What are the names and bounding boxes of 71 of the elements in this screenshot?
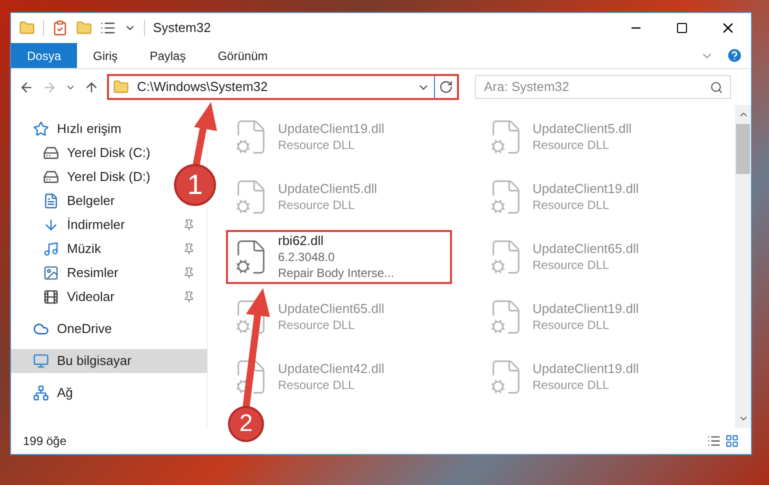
drive-icon: [43, 145, 59, 161]
nav-item[interactable]: Ağ: [11, 381, 93, 405]
cloud-icon: [33, 321, 49, 337]
file-name: UpdateClient19.dll: [532, 181, 639, 197]
document-icon: [43, 193, 59, 209]
monitor-icon: [33, 353, 49, 369]
file-name: UpdateClient65.dll: [278, 301, 384, 317]
folder-icon[interactable]: [19, 20, 35, 36]
up-icon[interactable]: [84, 80, 99, 94]
maximize-icon: [676, 22, 688, 34]
file-name: UpdateClient19.dll: [278, 121, 384, 137]
back-icon[interactable]: [19, 80, 34, 94]
file-detail: Resource DLL: [532, 137, 610, 153]
picture-icon: [43, 265, 59, 281]
file-detail: Resource DLL: [278, 137, 356, 153]
file-detail: 6.2.3048.0: [278, 249, 336, 265]
pin-icon[interactable]: [183, 291, 195, 303]
file-detail: Repair Body Interse...: [278, 265, 394, 281]
checklist-icon[interactable]: [52, 20, 68, 36]
help-icon[interactable]: [726, 47, 743, 64]
star-icon: [33, 121, 49, 137]
details-view-icon[interactable]: [707, 434, 721, 448]
ribbon-tab[interactable]: Giriş: [77, 43, 134, 68]
file-detail: Resource DLL: [278, 377, 356, 393]
pin-icon[interactable]: [183, 267, 195, 279]
nav-item[interactable]: Belgeler: [11, 189, 135, 213]
file-name: UpdateClient42.dll: [278, 361, 384, 377]
tiles-view-icon[interactable]: [725, 434, 739, 448]
file-detail: Resource DLL: [532, 317, 610, 333]
file-detail: Resource DLL: [532, 197, 610, 213]
ribbon-tab[interactable]: Dosya: [11, 43, 78, 68]
file-name: rbi62.dll: [278, 233, 325, 249]
refresh-icon[interactable]: [439, 80, 453, 94]
network-icon: [33, 385, 49, 401]
scrollbar[interactable]: [735, 105, 751, 428]
file-tile[interactable]: rbi62.dll 6.2.3048.0 Repair Body Interse...: [226, 230, 452, 284]
window-title: System32: [153, 19, 211, 38]
ribbon-tab[interactable]: Paylaş: [134, 43, 202, 68]
nav-item[interactable]: Bu bilgisayar: [11, 349, 207, 373]
file-detail: Resource DLL: [532, 257, 610, 273]
address-path: C:\Windows\System32: [137, 78, 269, 96]
film-icon: [43, 289, 59, 305]
search-field[interactable]: Ara: System32: [475, 74, 731, 99]
nav-item[interactable]: İndirmeler: [11, 213, 207, 237]
item-count: 199 öğe: [23, 433, 66, 450]
drive-icon: [43, 169, 59, 185]
file-name: UpdateClient65.dll: [532, 241, 639, 257]
properties-icon[interactable]: [100, 20, 116, 36]
nav-item[interactable]: Müzik: [11, 237, 207, 261]
folder-icon[interactable]: [76, 20, 92, 36]
pin-icon[interactable]: [183, 243, 195, 255]
nav-item[interactable]: Videolar: [11, 285, 207, 309]
file-name: UpdateClient19.dll: [532, 301, 639, 317]
file-name: UpdateClient5.dll: [278, 181, 378, 197]
nav-item[interactable]: Hızlı erişim: [11, 117, 142, 141]
ribbon-tab[interactable]: Görünüm: [202, 43, 284, 68]
nav-item[interactable]: OneDrive: [11, 317, 132, 341]
scrollbar-thumb[interactable]: [736, 124, 750, 174]
file-detail: Resource DLL: [532, 377, 610, 393]
nav-item[interactable]: Resimler: [11, 261, 207, 285]
address-bar[interactable]: C:\Windows\System32: [107, 74, 459, 100]
file-name: UpdateClient19.dll: [532, 361, 639, 377]
file-name: UpdateClient5.dll: [532, 121, 632, 137]
search-icon: [710, 80, 723, 94]
nav-item[interactable]: Yerel Disk (C:): [11, 141, 170, 165]
music-note-icon: [43, 241, 59, 257]
nav-item[interactable]: Yerel Disk (D:): [11, 165, 170, 189]
file-detail: Resource DLL: [278, 197, 356, 213]
pin-icon[interactable]: [183, 219, 195, 231]
file-detail: Resource DLL: [278, 317, 356, 333]
folder-icon: [113, 79, 129, 95]
